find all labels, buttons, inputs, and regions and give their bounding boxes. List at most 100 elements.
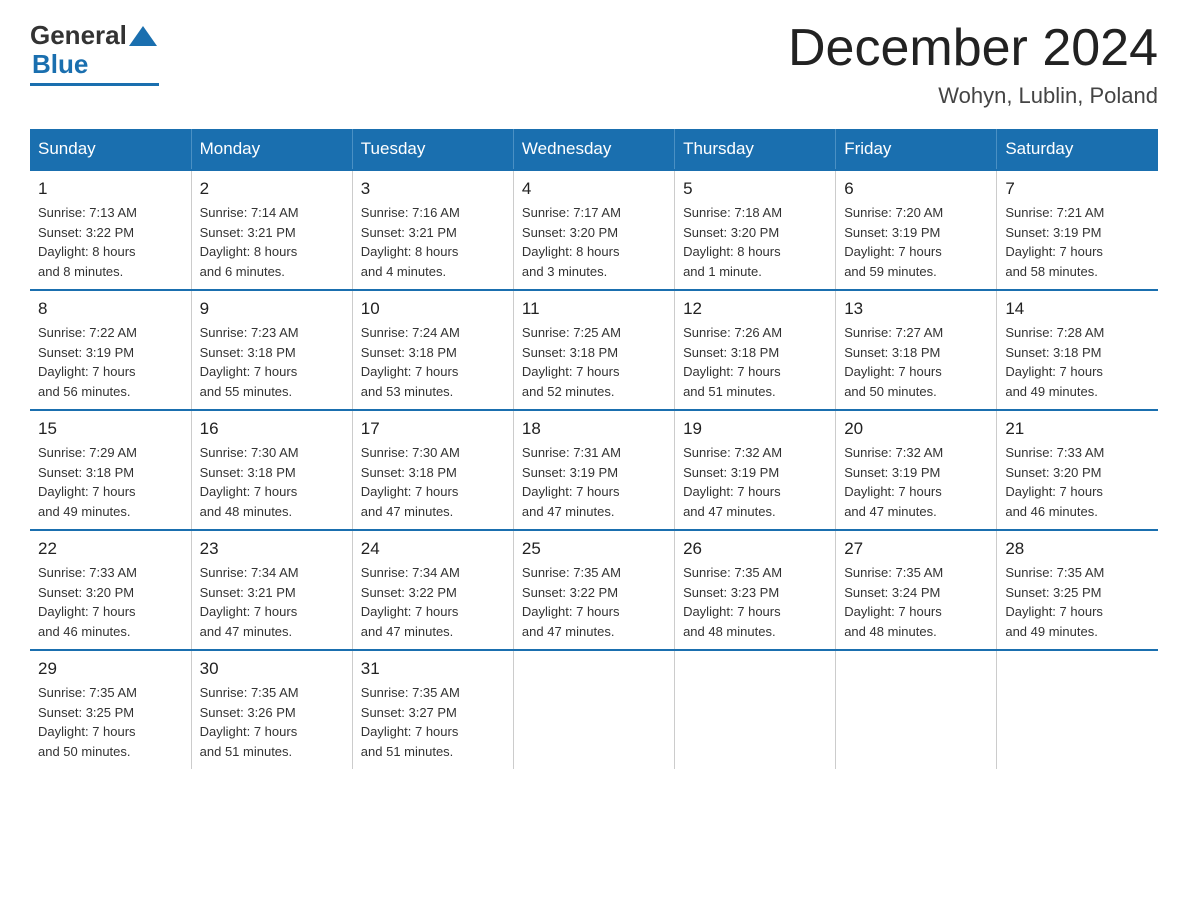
day-number: 15: [38, 419, 183, 439]
day-info: Sunrise: 7:28 AM Sunset: 3:18 PM Dayligh…: [1005, 323, 1150, 401]
day-info: Sunrise: 7:21 AM Sunset: 3:19 PM Dayligh…: [1005, 203, 1150, 281]
calendar-day-cell: 7 Sunrise: 7:21 AM Sunset: 3:19 PM Daylig…: [997, 170, 1158, 290]
day-number: 8: [38, 299, 183, 319]
day-number: 25: [522, 539, 666, 559]
day-number: 29: [38, 659, 183, 679]
day-number: 23: [200, 539, 344, 559]
day-number: 13: [844, 299, 988, 319]
calendar-week-row: 29 Sunrise: 7:35 AM Sunset: 3:25 PM Dayli…: [30, 650, 1158, 769]
title-section: December 2024 Wohyn, Lublin, Poland: [788, 20, 1158, 109]
calendar-day-cell: 3 Sunrise: 7:16 AM Sunset: 3:21 PM Daylig…: [352, 170, 513, 290]
calendar-day-cell: 19 Sunrise: 7:32 AM Sunset: 3:19 PM Dayli…: [675, 410, 836, 530]
day-number: 7: [1005, 179, 1150, 199]
day-info: Sunrise: 7:26 AM Sunset: 3:18 PM Dayligh…: [683, 323, 827, 401]
day-info: Sunrise: 7:27 AM Sunset: 3:18 PM Dayligh…: [844, 323, 988, 401]
calendar-header-row: SundayMondayTuesdayWednesdayThursdayFrid…: [30, 129, 1158, 170]
calendar-day-cell: 23 Sunrise: 7:34 AM Sunset: 3:21 PM Dayli…: [191, 530, 352, 650]
day-info: Sunrise: 7:35 AM Sunset: 3:25 PM Dayligh…: [38, 683, 183, 761]
calendar-empty-cell: [997, 650, 1158, 769]
calendar-day-cell: 25 Sunrise: 7:35 AM Sunset: 3:22 PM Dayli…: [513, 530, 674, 650]
day-number: 2: [200, 179, 344, 199]
day-info: Sunrise: 7:20 AM Sunset: 3:19 PM Dayligh…: [844, 203, 988, 281]
day-number: 18: [522, 419, 666, 439]
calendar-day-cell: 14 Sunrise: 7:28 AM Sunset: 3:18 PM Dayli…: [997, 290, 1158, 410]
day-number: 14: [1005, 299, 1150, 319]
day-number: 28: [1005, 539, 1150, 559]
day-info: Sunrise: 7:29 AM Sunset: 3:18 PM Dayligh…: [38, 443, 183, 521]
calendar-title: December 2024: [788, 20, 1158, 77]
calendar-week-row: 15 Sunrise: 7:29 AM Sunset: 3:18 PM Dayli…: [30, 410, 1158, 530]
day-info: Sunrise: 7:24 AM Sunset: 3:18 PM Dayligh…: [361, 323, 505, 401]
day-info: Sunrise: 7:35 AM Sunset: 3:23 PM Dayligh…: [683, 563, 827, 641]
calendar-empty-cell: [675, 650, 836, 769]
calendar-day-cell: 12 Sunrise: 7:26 AM Sunset: 3:18 PM Dayli…: [675, 290, 836, 410]
calendar-day-cell: 8 Sunrise: 7:22 AM Sunset: 3:19 PM Daylig…: [30, 290, 191, 410]
calendar-day-cell: 20 Sunrise: 7:32 AM Sunset: 3:19 PM Dayli…: [836, 410, 997, 530]
day-number: 26: [683, 539, 827, 559]
calendar-day-cell: 31 Sunrise: 7:35 AM Sunset: 3:27 PM Dayli…: [352, 650, 513, 769]
day-info: Sunrise: 7:18 AM Sunset: 3:20 PM Dayligh…: [683, 203, 827, 281]
logo-blue-text: Blue: [32, 49, 88, 80]
day-number: 3: [361, 179, 505, 199]
calendar-subtitle: Wohyn, Lublin, Poland: [788, 83, 1158, 109]
logo: General Blue: [30, 20, 159, 86]
calendar-day-cell: 16Sunrise: 7:30 AM Sunset: 3:18 PM Dayli…: [191, 410, 352, 530]
day-number: 30: [200, 659, 344, 679]
day-number: 5: [683, 179, 827, 199]
day-info: Sunrise: 7:35 AM Sunset: 3:27 PM Dayligh…: [361, 683, 505, 761]
day-info: Sunrise: 7:34 AM Sunset: 3:21 PM Dayligh…: [200, 563, 344, 641]
day-number: 11: [522, 299, 666, 319]
calendar-day-cell: 4 Sunrise: 7:17 AM Sunset: 3:20 PM Daylig…: [513, 170, 674, 290]
day-of-week-header: Tuesday: [352, 129, 513, 170]
day-info: Sunrise: 7:23 AM Sunset: 3:18 PM Dayligh…: [200, 323, 344, 401]
day-number: 12: [683, 299, 827, 319]
calendar-empty-cell: [513, 650, 674, 769]
calendar-day-cell: 29 Sunrise: 7:35 AM Sunset: 3:25 PM Dayli…: [30, 650, 191, 769]
day-info: Sunrise: 7:30 AM Sunset: 3:18 PM Dayligh…: [361, 443, 505, 521]
calendar-day-cell: 13 Sunrise: 7:27 AM Sunset: 3:18 PM Dayli…: [836, 290, 997, 410]
logo-underline: [30, 83, 159, 86]
calendar-day-cell: 28Sunrise: 7:35 AM Sunset: 3:25 PM Dayli…: [997, 530, 1158, 650]
calendar-day-cell: 22Sunrise: 7:33 AM Sunset: 3:20 PM Dayli…: [30, 530, 191, 650]
calendar-day-cell: 11Sunrise: 7:25 AM Sunset: 3:18 PM Dayli…: [513, 290, 674, 410]
calendar-day-cell: 5 Sunrise: 7:18 AM Sunset: 3:20 PM Daylig…: [675, 170, 836, 290]
day-info: Sunrise: 7:13 AM Sunset: 3:22 PM Dayligh…: [38, 203, 183, 281]
day-number: 20: [844, 419, 988, 439]
calendar-day-cell: 15 Sunrise: 7:29 AM Sunset: 3:18 PM Dayli…: [30, 410, 191, 530]
day-number: 4: [522, 179, 666, 199]
calendar-day-cell: 30Sunrise: 7:35 AM Sunset: 3:26 PM Dayli…: [191, 650, 352, 769]
day-of-week-header: Sunday: [30, 129, 191, 170]
day-of-week-header: Monday: [191, 129, 352, 170]
calendar-day-cell: 6Sunrise: 7:20 AM Sunset: 3:19 PM Daylig…: [836, 170, 997, 290]
calendar-day-cell: 10 Sunrise: 7:24 AM Sunset: 3:18 PM Dayli…: [352, 290, 513, 410]
logo-general-text: General: [30, 20, 127, 51]
day-number: 21: [1005, 419, 1150, 439]
calendar-day-cell: 1 Sunrise: 7:13 AM Sunset: 3:22 PM Daylig…: [30, 170, 191, 290]
day-info: Sunrise: 7:16 AM Sunset: 3:21 PM Dayligh…: [361, 203, 505, 281]
calendar-week-row: 8 Sunrise: 7:22 AM Sunset: 3:19 PM Daylig…: [30, 290, 1158, 410]
day-number: 10: [361, 299, 505, 319]
day-info: Sunrise: 7:30 AM Sunset: 3:18 PM Dayligh…: [200, 443, 344, 521]
day-info: Sunrise: 7:33 AM Sunset: 3:20 PM Dayligh…: [1005, 443, 1150, 521]
day-info: Sunrise: 7:34 AM Sunset: 3:22 PM Dayligh…: [361, 563, 505, 641]
day-number: 19: [683, 419, 827, 439]
day-of-week-header: Wednesday: [513, 129, 674, 170]
day-number: 31: [361, 659, 505, 679]
calendar-day-cell: 17 Sunrise: 7:30 AM Sunset: 3:18 PM Dayli…: [352, 410, 513, 530]
page-header: General Blue December 2024 Wohyn, Lublin…: [30, 20, 1158, 109]
day-number: 24: [361, 539, 505, 559]
day-of-week-header: Friday: [836, 129, 997, 170]
day-of-week-header: Thursday: [675, 129, 836, 170]
calendar-week-row: 22Sunrise: 7:33 AM Sunset: 3:20 PM Dayli…: [30, 530, 1158, 650]
day-number: 9: [200, 299, 344, 319]
day-number: 1: [38, 179, 183, 199]
day-info: Sunrise: 7:35 AM Sunset: 3:22 PM Dayligh…: [522, 563, 666, 641]
calendar-day-cell: 9 Sunrise: 7:23 AM Sunset: 3:18 PM Daylig…: [191, 290, 352, 410]
day-number: 17: [361, 419, 505, 439]
calendar-empty-cell: [836, 650, 997, 769]
day-info: Sunrise: 7:17 AM Sunset: 3:20 PM Dayligh…: [522, 203, 666, 281]
day-info: Sunrise: 7:32 AM Sunset: 3:19 PM Dayligh…: [844, 443, 988, 521]
day-info: Sunrise: 7:22 AM Sunset: 3:19 PM Dayligh…: [38, 323, 183, 401]
calendar-week-row: 1 Sunrise: 7:13 AM Sunset: 3:22 PM Daylig…: [30, 170, 1158, 290]
day-info: Sunrise: 7:32 AM Sunset: 3:19 PM Dayligh…: [683, 443, 827, 521]
